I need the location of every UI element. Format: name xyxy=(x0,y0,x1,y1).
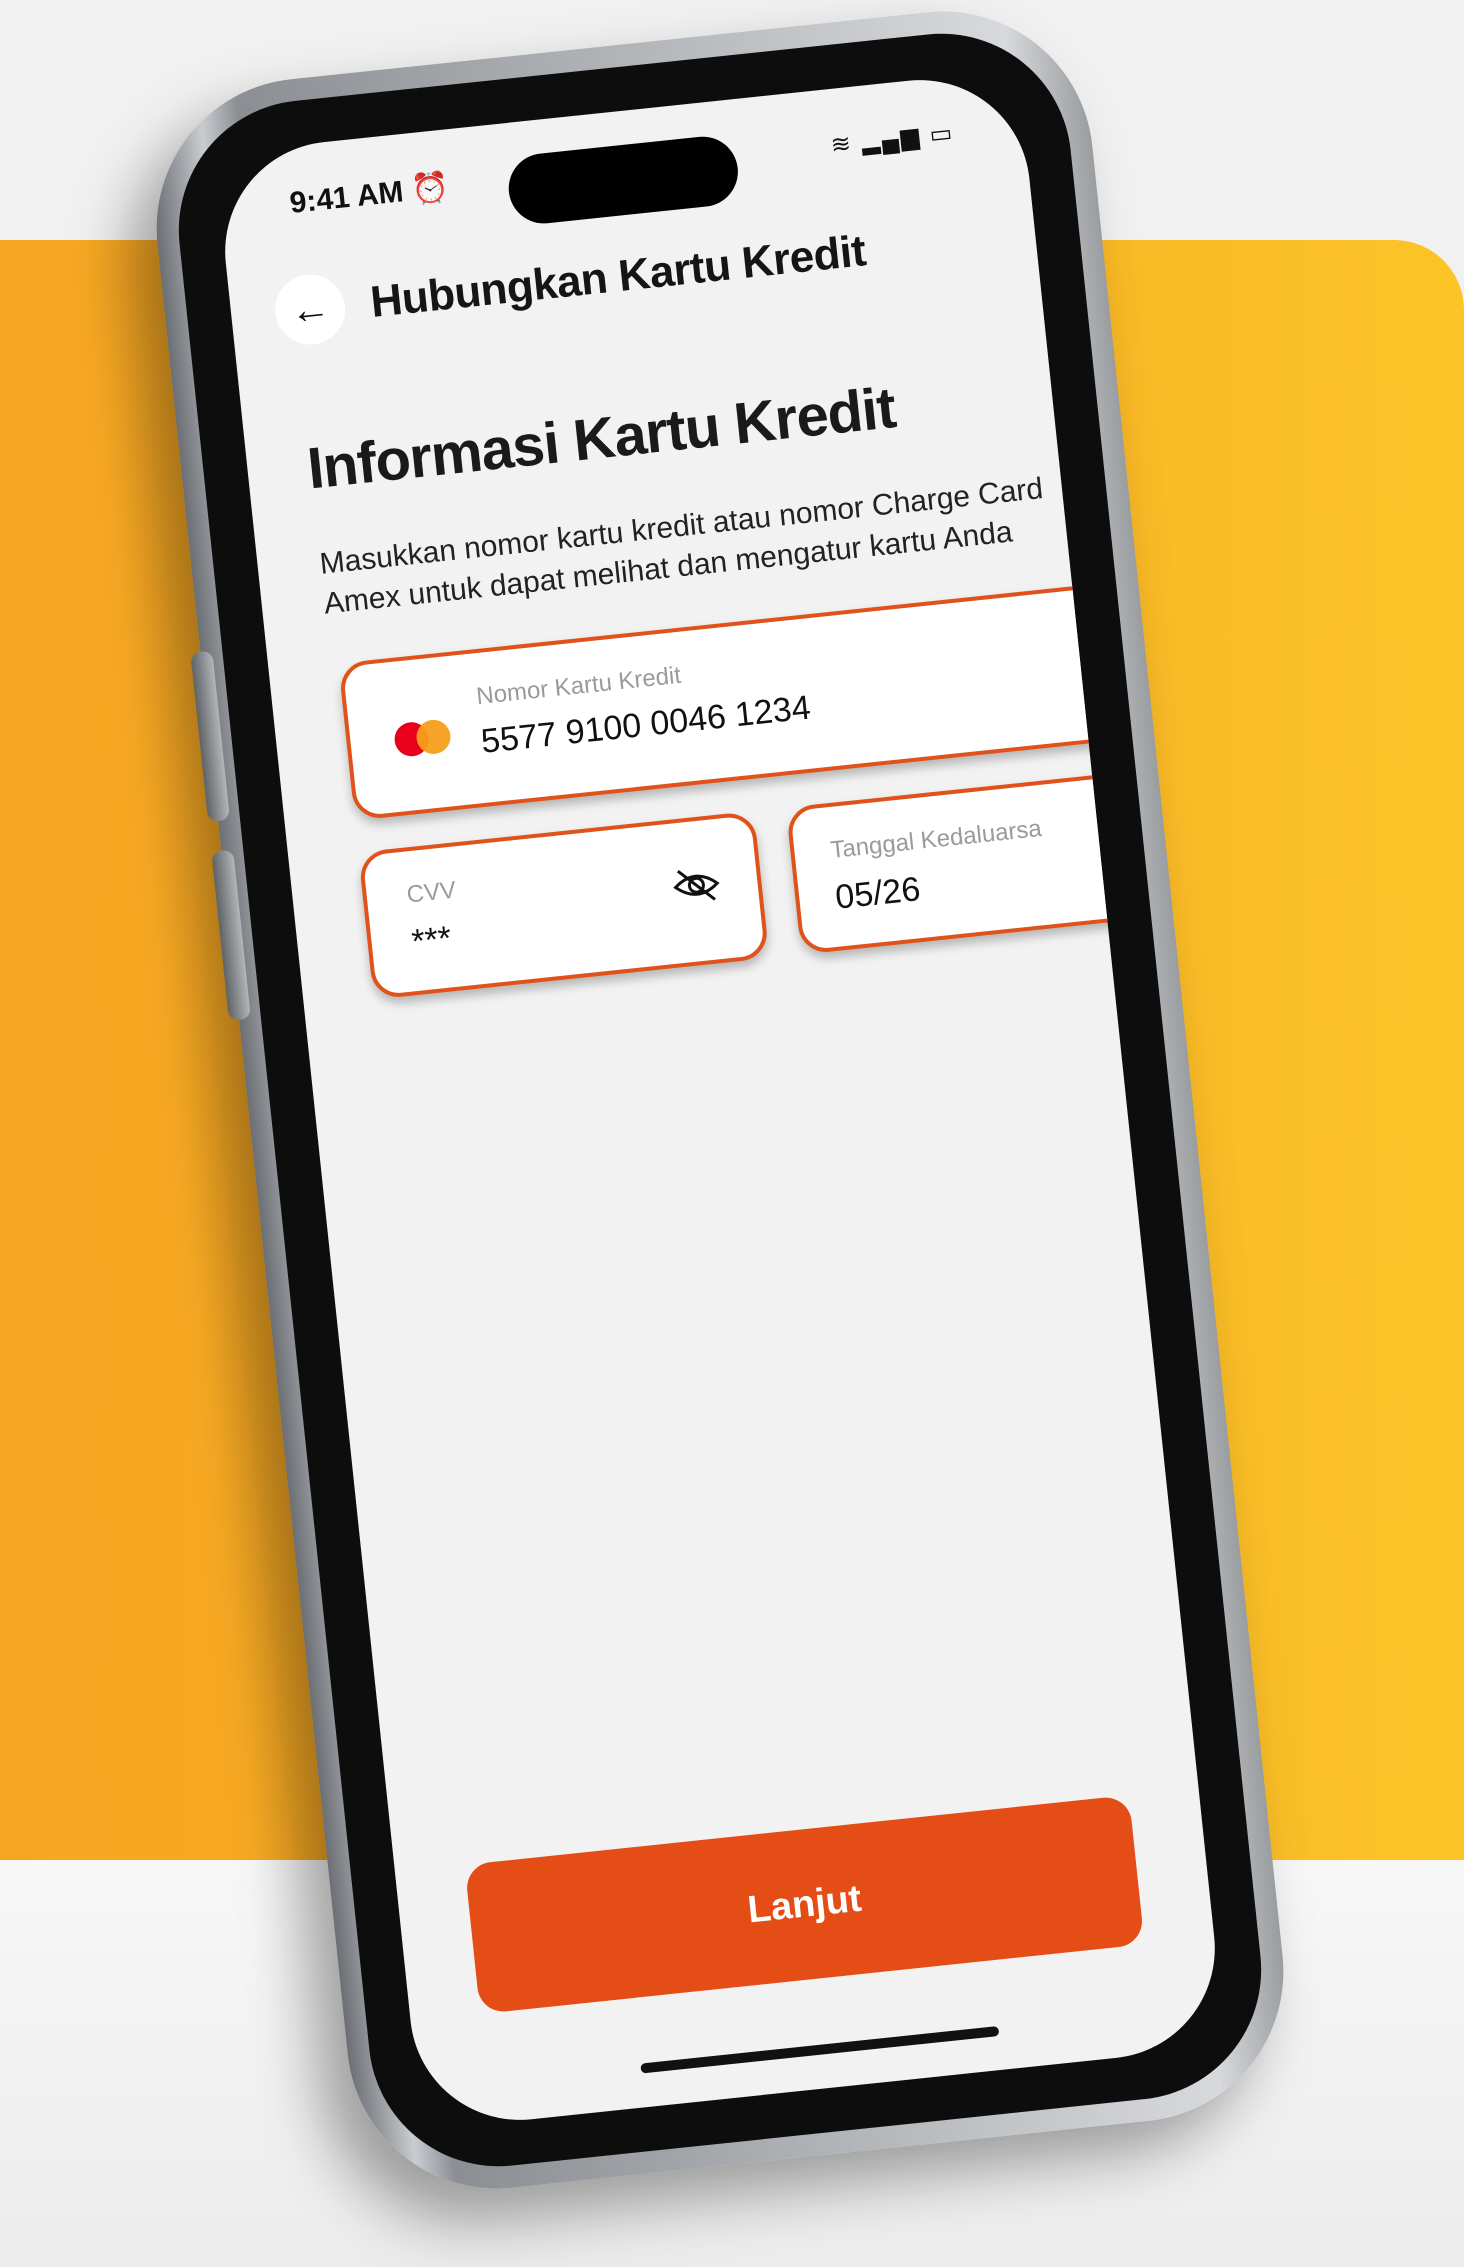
card-number-label: Nomor Kartu Kredit xyxy=(475,661,683,711)
status-time-text: 9:41 AM xyxy=(288,175,405,220)
expiry-value: 05/26 xyxy=(833,870,923,917)
signal-icon: ▂▄▆ xyxy=(859,122,923,156)
cvv-field[interactable]: CVV *** xyxy=(358,810,770,1000)
arrow-left-icon: ← xyxy=(287,285,333,333)
status-icons: ≋ ▂▄▆ ▭ xyxy=(829,118,955,160)
eye-off-icon[interactable] xyxy=(669,863,723,908)
continue-button[interactable]: Lanjut xyxy=(464,1795,1145,2015)
expiry-field[interactable]: Tanggal Kedaluarsa 05/26 xyxy=(785,772,1138,955)
app-screen: 9:41 AM ⏰ ≋ ▂▄▆ ▭ ← Hubungkan Kartu Kred… xyxy=(214,69,1226,2131)
alarm-icon: ⏰ xyxy=(409,170,451,208)
dynamic-island xyxy=(505,133,742,227)
status-time: 9:41 AM ⏰ xyxy=(288,169,450,220)
wifi-icon: ≋ xyxy=(829,129,855,160)
battery-icon: ▭ xyxy=(928,119,956,149)
cvv-value: *** xyxy=(409,919,454,962)
cvv-label: CVV xyxy=(405,876,458,909)
page-title: Hubungkan Kartu Kredit xyxy=(368,226,869,328)
app-header: ← Hubungkan Kartu Kredit xyxy=(271,216,870,348)
mastercard-icon xyxy=(392,718,456,758)
back-button[interactable]: ← xyxy=(271,271,349,348)
expiry-label: Tanggal Kedaluarsa xyxy=(829,814,1043,865)
home-indicator xyxy=(640,2025,1000,2074)
section-title: Informasi Kartu Kredit xyxy=(304,375,899,502)
